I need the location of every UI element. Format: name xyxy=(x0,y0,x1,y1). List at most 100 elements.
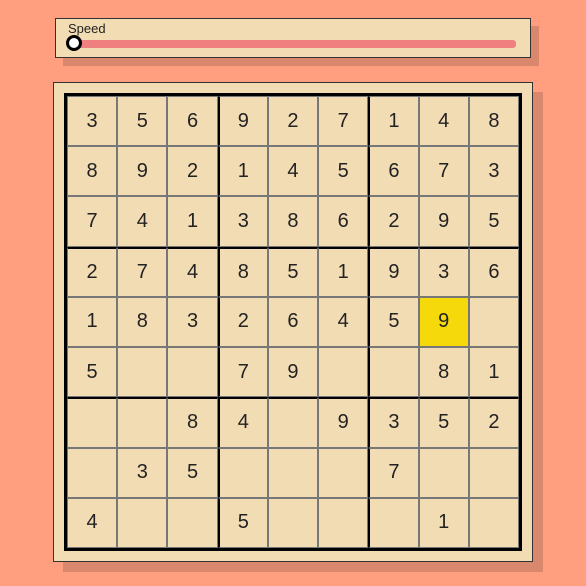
sudoku-cell[interactable]: 2 xyxy=(167,146,217,196)
sudoku-cell[interactable]: 4 xyxy=(167,247,217,297)
sudoku-cell[interactable]: 7 xyxy=(218,347,268,397)
sudoku-cell[interactable]: 1 xyxy=(318,247,368,297)
sudoku-cell[interactable]: 3 xyxy=(218,196,268,246)
sudoku-cell[interactable] xyxy=(117,498,167,548)
sudoku-cell[interactable]: 5 xyxy=(419,397,469,447)
sudoku-cell[interactable]: 4 xyxy=(67,498,117,548)
cell-value: 6 xyxy=(187,110,198,133)
sudoku-cell[interactable]: 2 xyxy=(268,96,318,146)
sudoku-cell[interactable]: 5 xyxy=(167,448,217,498)
sudoku-cell[interactable] xyxy=(318,448,368,498)
sudoku-cell[interactable]: 7 xyxy=(117,247,167,297)
sudoku-cell[interactable]: 6 xyxy=(368,146,418,196)
sudoku-cell[interactable]: 1 xyxy=(469,347,519,397)
sudoku-cell[interactable]: 5 xyxy=(67,347,117,397)
sudoku-cell[interactable] xyxy=(469,498,519,548)
sudoku-cell[interactable]: 3 xyxy=(368,397,418,447)
sudoku-cell[interactable] xyxy=(117,397,167,447)
sudoku-cell[interactable] xyxy=(67,448,117,498)
sudoku-cell[interactable]: 9 xyxy=(419,196,469,246)
cell-value: 9 xyxy=(438,310,449,333)
sudoku-cell[interactable] xyxy=(117,347,167,397)
sudoku-cell[interactable] xyxy=(268,397,318,447)
sudoku-cell[interactable]: 8 xyxy=(268,196,318,246)
sudoku-cell[interactable]: 4 xyxy=(117,196,167,246)
sudoku-cell[interactable]: 8 xyxy=(469,96,519,146)
sudoku-cell[interactable]: 5 xyxy=(469,196,519,246)
sudoku-cell[interactable]: 6 xyxy=(268,297,318,347)
cell-value: 3 xyxy=(488,160,499,183)
sudoku-cell[interactable] xyxy=(469,448,519,498)
sudoku-cell[interactable]: 1 xyxy=(167,196,217,246)
sudoku-cell[interactable]: 8 xyxy=(419,347,469,397)
sudoku-cell[interactable]: 8 xyxy=(117,297,167,347)
sudoku-cell[interactable]: 9 xyxy=(218,96,268,146)
cell-value: 4 xyxy=(238,411,249,434)
sudoku-cell[interactable]: 9 xyxy=(318,397,368,447)
sudoku-cell[interactable] xyxy=(368,347,418,397)
sudoku-cell[interactable] xyxy=(167,498,217,548)
sudoku-cell[interactable]: 3 xyxy=(167,297,217,347)
sudoku-cell[interactable]: 2 xyxy=(67,247,117,297)
sudoku-cell[interactable] xyxy=(67,397,117,447)
sudoku-cell[interactable]: 6 xyxy=(469,247,519,297)
cell-value: 2 xyxy=(187,160,198,183)
sudoku-cell[interactable]: 7 xyxy=(67,196,117,246)
cell-value: 2 xyxy=(488,411,499,434)
sudoku-cell[interactable]: 1 xyxy=(419,498,469,548)
cell-value: 1 xyxy=(187,210,198,233)
cell-value: 4 xyxy=(137,210,148,233)
sudoku-cell[interactable]: 1 xyxy=(67,297,117,347)
sudoku-cell[interactable]: 8 xyxy=(218,247,268,297)
cell-value: 1 xyxy=(438,511,449,534)
sudoku-cell[interactable] xyxy=(268,448,318,498)
cell-value: 5 xyxy=(87,361,98,384)
sudoku-cell[interactable]: 4 xyxy=(419,96,469,146)
sudoku-cell[interactable]: 7 xyxy=(419,146,469,196)
sudoku-cell[interactable]: 5 xyxy=(218,498,268,548)
cell-value: 7 xyxy=(137,261,148,284)
cell-value: 1 xyxy=(388,110,399,133)
sudoku-cell[interactable]: 4 xyxy=(268,146,318,196)
sudoku-cell[interactable] xyxy=(318,347,368,397)
sudoku-cell[interactable]: 1 xyxy=(218,146,268,196)
sudoku-cell[interactable]: 6 xyxy=(318,196,368,246)
sudoku-cell[interactable]: 3 xyxy=(117,448,167,498)
sudoku-cell[interactable]: 4 xyxy=(318,297,368,347)
sudoku-cell[interactable]: 8 xyxy=(167,397,217,447)
speed-slider[interactable] xyxy=(64,37,522,49)
sudoku-cell[interactable]: 5 xyxy=(268,247,318,297)
sudoku-cell[interactable] xyxy=(218,448,268,498)
cell-value: 8 xyxy=(488,110,499,133)
sudoku-cell[interactable]: 9 xyxy=(268,347,318,397)
sudoku-cell[interactable]: 8 xyxy=(67,146,117,196)
sudoku-cell[interactable]: 2 xyxy=(469,397,519,447)
sudoku-cell[interactable] xyxy=(268,498,318,548)
cell-value: 3 xyxy=(187,310,198,333)
sudoku-cell[interactable]: 7 xyxy=(318,96,368,146)
sudoku-cell[interactable]: 9 xyxy=(419,297,469,347)
sudoku-cell[interactable]: 5 xyxy=(318,146,368,196)
cell-value: 5 xyxy=(187,461,198,484)
sudoku-cell[interactable] xyxy=(318,498,368,548)
sudoku-cell[interactable] xyxy=(167,347,217,397)
sudoku-cell[interactable]: 3 xyxy=(67,96,117,146)
sudoku-cell[interactable]: 1 xyxy=(368,96,418,146)
sudoku-cell[interactable]: 4 xyxy=(218,397,268,447)
cell-value: 4 xyxy=(338,310,349,333)
sudoku-grid: 3569271488921456737413862952748519361832… xyxy=(64,93,522,551)
sudoku-cell[interactable]: 2 xyxy=(218,297,268,347)
slider-thumb[interactable] xyxy=(66,35,82,51)
sudoku-cell[interactable]: 6 xyxy=(167,96,217,146)
sudoku-cell[interactable] xyxy=(419,448,469,498)
sudoku-cell[interactable] xyxy=(469,297,519,347)
sudoku-cell[interactable]: 5 xyxy=(117,96,167,146)
sudoku-cell[interactable]: 2 xyxy=(368,196,418,246)
sudoku-cell[interactable] xyxy=(368,498,418,548)
sudoku-cell[interactable]: 5 xyxy=(368,297,418,347)
sudoku-cell[interactable]: 9 xyxy=(368,247,418,297)
sudoku-cell[interactable]: 3 xyxy=(419,247,469,297)
sudoku-cell[interactable]: 7 xyxy=(368,448,418,498)
sudoku-cell[interactable]: 9 xyxy=(117,146,167,196)
sudoku-cell[interactable]: 3 xyxy=(469,146,519,196)
